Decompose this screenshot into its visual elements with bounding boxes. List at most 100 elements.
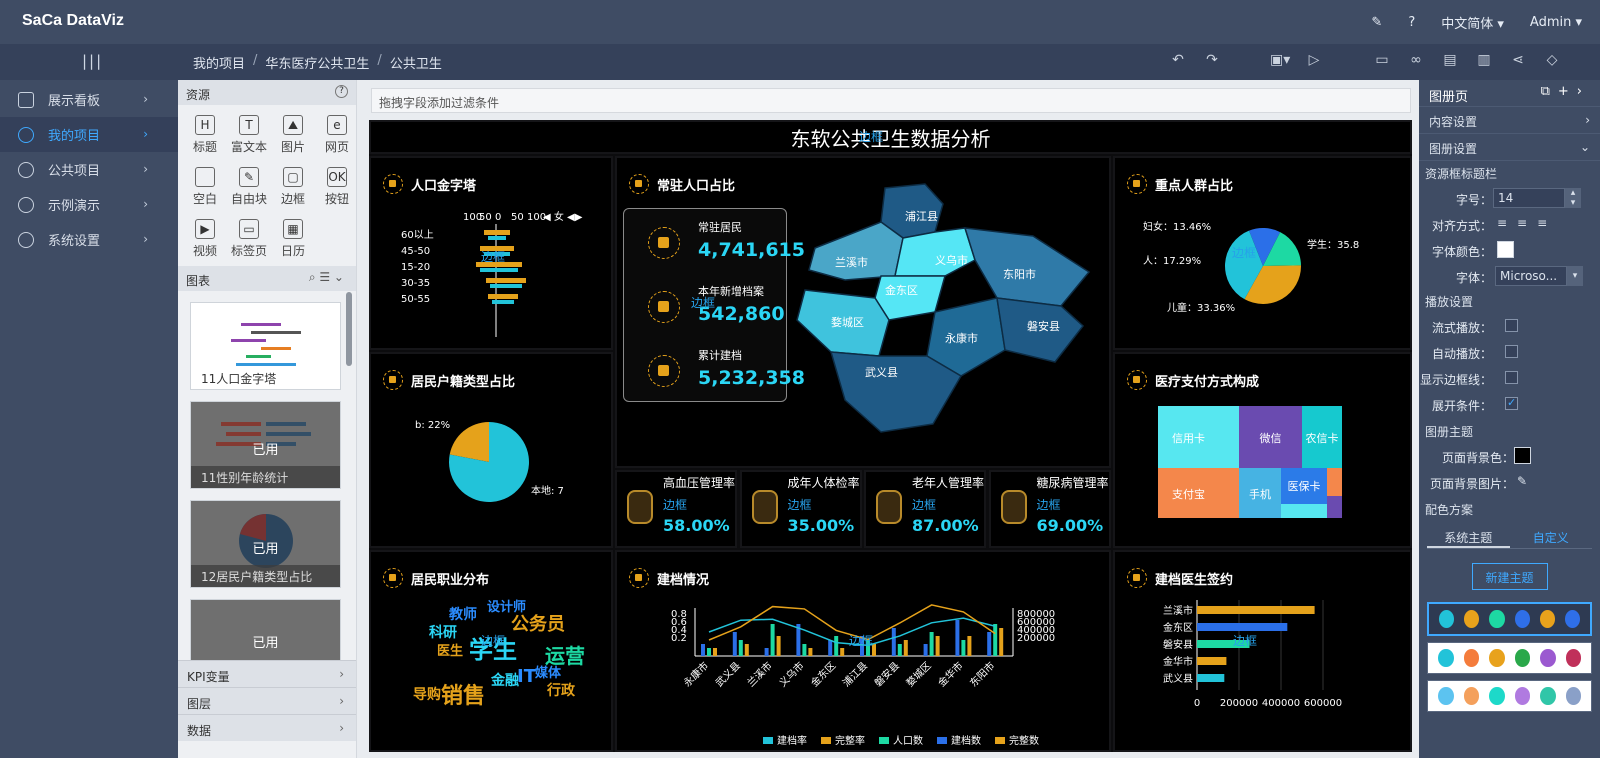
checkbox[interactable] [1505,345,1518,358]
rate-panel[interactable]: 高血压管理率 边框 58.00% [615,470,737,548]
tab-custom-theme[interactable]: 自定义 [1510,525,1593,548]
header-actions[interactable]: ⧉+› [1541,84,1590,99]
font-color-swatch[interactable] [1497,241,1514,258]
color-dot [1438,649,1454,667]
checkbox[interactable] [1505,371,1518,384]
font-size-row: 字号： 14 ▴ ▾ [1419,185,1600,211]
chart-thumb[interactable]: 11人口金字塔 [190,302,341,390]
content-settings[interactable]: 内容设置 › [1419,107,1600,134]
tag-icon[interactable]: ◇ [1542,52,1562,68]
resource-item[interactable]: ⛰ 图片 [271,111,315,159]
chevron-right-icon: › [143,232,148,246]
play-icon[interactable]: ▷ [1304,52,1324,68]
records-panel[interactable]: 建档情况 0.8 0.6 0.4 0.2 800000 600000 400000 20000… [615,550,1111,752]
edit-icon[interactable]: ✎ [1517,474,1527,488]
checkbox[interactable]: ✓ [1505,396,1518,410]
tick-label: 400000 [1262,698,1300,709]
data-section[interactable]: 数据 › [178,714,356,741]
bg-color-swatch[interactable] [1514,447,1531,464]
resource-item[interactable]: 空白 [183,163,227,211]
palette-option[interactable] [1427,680,1592,712]
collapse-sidebar-icon[interactable]: ||| [82,52,103,70]
resource-item[interactable]: H 标题 [183,111,227,159]
font-size-input[interactable]: 14 [1493,188,1565,208]
payment-panel[interactable]: 医疗支付方式构成 信用卡 微信 农信卡 支付宝 手机 医保卡 [1113,352,1412,548]
resource-icon: ⛰ [283,115,303,135]
chart-thumb[interactable]: 已用 [190,599,341,661]
font-select[interactable]: Microso... [1495,266,1567,286]
link-icon[interactable]: ∞ [1406,52,1426,68]
resource-item[interactable]: ✎ 自由块 [227,163,271,211]
key-group-panel[interactable]: 重点人群占比 妇女：13.46% 人：17.29% 儿童：33.36% 学生：35.8… [1113,156,1412,350]
word-cloud-term: IT [517,666,536,687]
kpi-section[interactable]: KPI变量 › [178,660,356,687]
checkbox[interactable] [1505,319,1518,332]
nav-dashboard[interactable]: 展示看板 › [0,82,178,117]
resource-item[interactable]: OK 按钮 [315,163,359,211]
pyramid-panel[interactable]: 人口金字塔 100 50 0 50 100 60以上 45-50 15-20 30-35 50-5… [369,156,613,350]
region-map[interactable]: 浦江县兰溪市 义乌市金东区 东阳市婺城区永康市 磐安县武义县 [785,180,1105,460]
align-icons[interactable]: ≡≡≡ [1497,216,1557,230]
chart-thumb[interactable]: 已用 12居民户籍类型占比 [190,500,341,588]
resident-icon [629,174,649,194]
rate-panel[interactable]: 老年人管理率 边框 87.00% [864,470,986,548]
resource-item[interactable]: ▦ 日历 [271,215,315,263]
rate-panel[interactable]: 糖尿病管理率 边框 69.00% [988,470,1111,548]
title-panel[interactable]: 东软公共卫生数据分析 边框 [369,120,1412,154]
filter-bar[interactable]: 拖拽字段添加过滤条件 [371,88,1411,113]
share-icon[interactable]: ⋖ [1508,52,1528,68]
tick-label: 金华市 [935,659,965,689]
treemap-cell [1327,496,1342,518]
help-icon[interactable]: ? [335,85,348,98]
occupation-panel[interactable]: 居民职业分布 教师 设计师 科研 公务员 医生 学生 运营 媒体 金融 IT 导购 销售 行政 边框 [369,550,613,752]
breadcrumb-item[interactable]: 华东医疗公共卫生 [265,53,369,72]
album-settings[interactable]: 图册设置 ⌄ [1419,134,1600,161]
palette-option[interactable] [1427,642,1592,674]
resident-panel[interactable]: 常驻人口占比 常驻居民 4,741,615 本年新增档案 542,860 累计建… [615,156,1111,468]
resource-item[interactable]: ▢ 边框 [271,163,315,211]
chart-thumb[interactable]: 已用 11性别年龄统计 [190,401,341,489]
help-icon[interactable]: ? [1408,15,1415,30]
tick-label: 磐安县 [1163,638,1193,651]
nav-my-projects[interactable]: 我的项目 › [0,117,178,152]
stepper-icon[interactable]: ▴ ▾ [1565,188,1581,208]
sidebar: 展示看板 › 我的项目 › 公共项目 › 示例演示 › 系统设置 › [0,80,178,758]
resource-item[interactable]: T 富文本 [227,111,271,159]
export-pdf-icon[interactable]: ▥ [1474,52,1494,68]
household-panel[interactable]: 居民户籍类型占比 b: 22% 本地: 7 [369,352,613,548]
nav-public-projects[interactable]: 公共项目 › [0,152,178,187]
palette-option[interactable] [1427,602,1592,636]
new-theme-button[interactable]: 新建主题 [1471,563,1548,590]
checkbox-row: 显示边框线： [1419,365,1600,391]
user-menu[interactable]: Admin ▾ [1530,15,1582,30]
resource-item[interactable]: ▶ 视频 [183,215,227,263]
resource-item[interactable]: e 网页 [315,111,359,159]
dropdown-icon[interactable]: ▾ [1567,266,1583,286]
resource-label: 按钮 [324,192,349,206]
save-icon[interactable]: ▣▾ [1270,52,1290,68]
rate-panel[interactable]: 成年人体检率 边框 35.00% [739,470,862,548]
tab-system-theme[interactable]: 系统主题 [1427,525,1510,548]
language-select[interactable]: 中文简体 ▾ [1441,13,1504,32]
search-list-icons[interactable]: ⌕ ☰ ⌄ [309,270,344,285]
region-label: 东阳市 [1003,267,1036,281]
breadcrumb-item[interactable]: 我的项目 [193,53,245,72]
resource-label: 图片 [280,140,305,154]
scrollbar[interactable] [346,292,352,366]
export-excel-icon[interactable]: ▤ [1440,52,1460,68]
font-row: 字体： Microso... ▾ [1419,263,1600,289]
doctor-panel[interactable]: 建档医生签约 兰溪市 金东区 磐安县 金华市 武义县 0 200000 400000 60000… [1113,550,1412,752]
redo-icon[interactable]: ↷ [1202,52,1222,68]
tick-label: 200000 [1220,698,1258,709]
resource-item[interactable]: ▭ 标签页 [227,215,271,263]
undo-icon[interactable]: ↶ [1168,52,1188,68]
word-cloud-term: 医生 [437,644,464,659]
layer-section[interactable]: 图层 › [178,687,356,714]
card-icon[interactable]: ▭ [1372,52,1392,68]
top-bar: SaCa DataViz ✎ ? 中文简体 ▾ Admin ▾ [0,0,1600,44]
edit-icon[interactable]: ✎ [1371,15,1382,30]
field-label: 自动播放： [1431,347,1492,361]
nav-settings[interactable]: 系统设置 › [0,222,178,257]
nav-demo[interactable]: 示例演示 › [0,187,178,222]
household-icon [383,370,403,390]
